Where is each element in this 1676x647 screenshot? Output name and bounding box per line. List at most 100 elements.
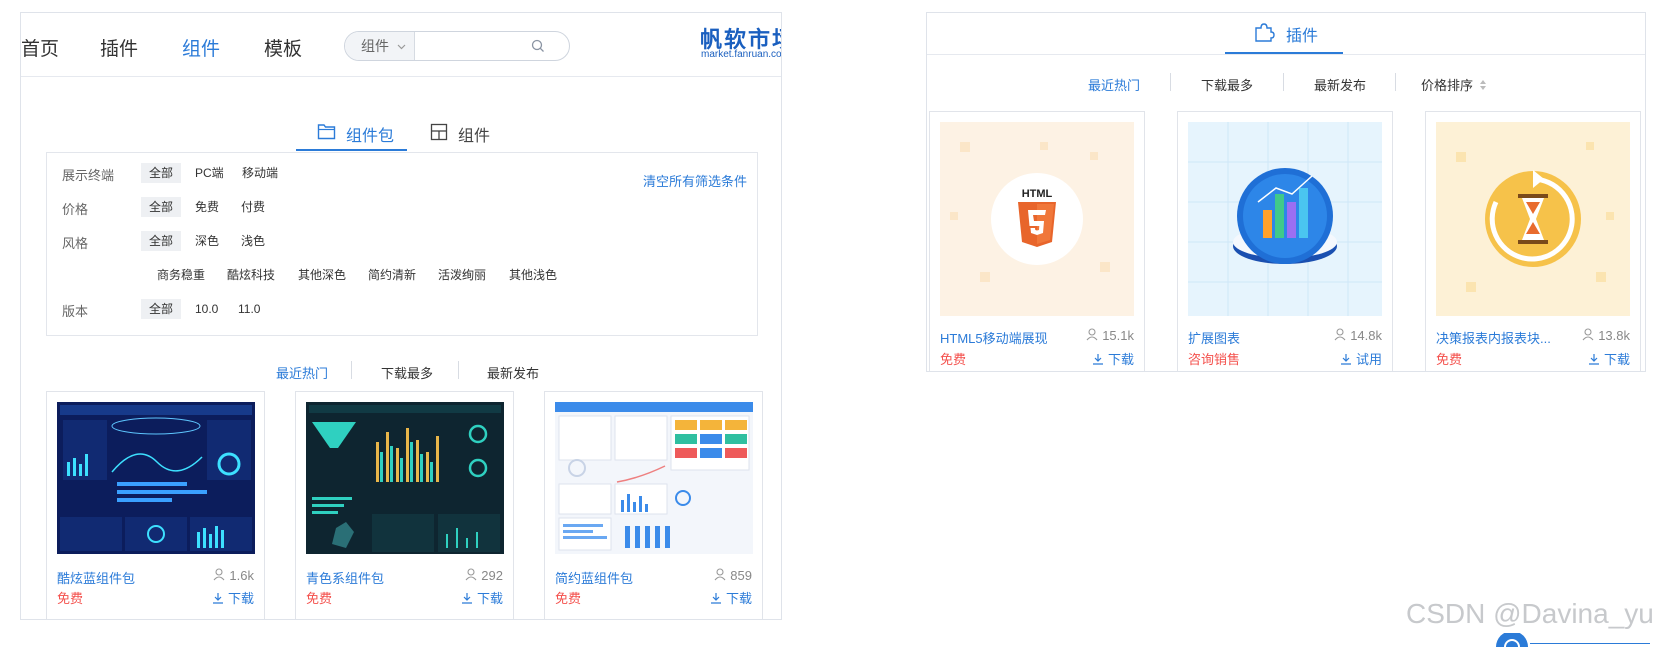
search-icon[interactable] <box>531 39 545 53</box>
filter-label-style: 风格 <box>62 236 89 251</box>
filter-option[interactable]: 全部 <box>141 231 182 251</box>
price-label: 免费 <box>57 591 84 606</box>
filter-option[interactable]: 11.0 <box>230 299 268 319</box>
card-title[interactable]: 酷炫蓝组件包 <box>57 568 135 587</box>
trial-button[interactable]: 试用 <box>1340 349 1382 368</box>
sort-by-price[interactable]: 价格排序 <box>1421 75 1487 94</box>
download-icon <box>461 593 472 604</box>
sort-arrows-icon <box>1479 80 1486 90</box>
top-navigation-bar: 首页 插件 组件 模板 组件 帆软市场 market.fanruan.com <box>21 13 781 77</box>
search-category-value: 组件 <box>361 38 389 54</box>
plugin-card[interactable]: 扩展图表 14.8k 咨询销售 试用 <box>1177 111 1393 371</box>
filter-label-version: 版本 <box>62 304 89 319</box>
search-input[interactable] <box>419 35 533 59</box>
sort-bar: 最近热门 下载最多 最新发布 <box>21 361 781 387</box>
divider <box>1283 73 1284 91</box>
filter-option[interactable]: 全部 <box>141 197 182 217</box>
filter-option[interactable]: 商务稳重 <box>149 265 213 285</box>
card-title[interactable]: 决策报表内报表块... <box>1436 328 1551 347</box>
user-icon <box>1334 328 1346 341</box>
dashboard-thumbnail-image <box>555 402 753 554</box>
sort-most-downloaded[interactable]: 下载最多 <box>1201 75 1253 94</box>
extended-chart-plugin-image <box>1188 122 1382 316</box>
filter-option[interactable]: 其他浅色 <box>501 265 565 285</box>
download-button[interactable]: 下载 <box>212 588 254 607</box>
download-count: 14.8k <box>1334 328 1382 343</box>
filter-option[interactable]: PC端 <box>187 163 232 183</box>
filter-option[interactable]: 全部 <box>141 163 182 183</box>
download-button[interactable]: 下载 <box>1588 349 1630 368</box>
price-label: 免费 <box>1436 352 1463 367</box>
download-icon <box>212 593 223 604</box>
search-bar: 组件 <box>344 31 570 61</box>
sort-recent-hot[interactable]: 最近热门 <box>1088 75 1140 94</box>
card-title[interactable]: HTML5移动端展现 <box>940 328 1048 347</box>
component-tabs: 组件包 组件 <box>21 109 781 155</box>
folder-icon <box>317 124 336 140</box>
component-package-card[interactable]: 酷炫蓝组件包 1.6k 免费 下载 <box>46 391 265 619</box>
nav-components[interactable]: 组件 <box>182 34 220 61</box>
sort-recent-hot[interactable]: 最近热门 <box>276 363 328 382</box>
component-package-card[interactable]: 青色系组件包 292 免费 下载 <box>295 391 514 619</box>
download-button[interactable]: 下载 <box>1092 349 1134 368</box>
filter-option[interactable]: 深色 <box>187 231 227 251</box>
nav-plugins[interactable]: 插件 <box>100 34 138 61</box>
watermark-text: CSDN @Davina_yu <box>1406 598 1654 629</box>
divider <box>458 361 459 379</box>
chevron-down-icon <box>397 44 406 50</box>
divider <box>1530 643 1650 644</box>
layout-icon <box>430 123 448 141</box>
filter-option[interactable]: 10.0 <box>187 299 226 319</box>
tab-component-package-label: 组件包 <box>346 128 395 145</box>
download-icon <box>1588 354 1599 365</box>
filter-option[interactable]: 移动端 <box>234 163 286 183</box>
price-label: 免费 <box>940 352 967 367</box>
tab-plugins-label: 插件 <box>1286 28 1319 45</box>
filter-option[interactable]: 浅色 <box>233 231 273 251</box>
download-count: 1.6k <box>213 568 254 583</box>
html5-plugin-image: HTML <box>940 122 1134 316</box>
sort-newest[interactable]: 最新发布 <box>1314 75 1366 94</box>
card-title[interactable]: 简约蓝组件包 <box>555 568 633 587</box>
download-count: 15.1k <box>1086 328 1134 343</box>
divider <box>1395 73 1396 91</box>
sort-newest[interactable]: 最新发布 <box>487 363 539 382</box>
download-count: 13.8k <box>1582 328 1630 343</box>
sort-bar: 最近热门 下载最多 最新发布 价格排序 <box>927 73 1645 95</box>
card-title[interactable]: 青色系组件包 <box>306 568 384 587</box>
nav-templates[interactable]: 模板 <box>264 34 302 61</box>
download-icon <box>710 593 721 604</box>
filter-panel: 展示终端 全部 PC端 移动端 清空所有筛选条件 价格 全部 免费 付费 风格 … <box>46 152 758 336</box>
hourglass-plugin-image <box>1436 122 1630 316</box>
plugin-card[interactable]: 决策报表内报表块... 13.8k 免费 下载 <box>1425 111 1641 371</box>
download-icon <box>1092 354 1103 365</box>
user-icon <box>1086 328 1098 341</box>
filter-option[interactable]: 酷炫科技 <box>219 265 283 285</box>
plugin-card[interactable]: HTML HTML5移动端展现 15.1k 免费 下载 <box>929 111 1145 371</box>
nav-home[interactable]: 首页 <box>21 34 59 61</box>
clear-filters-link[interactable]: 清空所有筛选条件 <box>643 171 747 190</box>
filter-label-terminal: 展示终端 <box>62 168 115 183</box>
filter-option[interactable]: 活泼绚丽 <box>430 265 494 285</box>
download-count: 859 <box>714 568 752 583</box>
filter-option[interactable]: 简约清新 <box>360 265 424 285</box>
help-icon[interactable] <box>1492 633 1532 647</box>
tab-plugins[interactable]: 插件 <box>1253 21 1353 47</box>
card-title[interactable]: 扩展图表 <box>1188 328 1240 347</box>
component-package-card[interactable]: 简约蓝组件包 859 免费 下载 <box>544 391 763 619</box>
component-market-panel: 首页 插件 组件 模板 组件 帆软市场 market.fanruan.com 组… <box>20 12 782 620</box>
filter-option[interactable]: 其他深色 <box>290 265 354 285</box>
search-category-select[interactable]: 组件 <box>345 32 415 60</box>
download-button[interactable]: 下载 <box>461 588 503 607</box>
sort-most-downloaded[interactable]: 下载最多 <box>381 363 433 382</box>
filter-option[interactable]: 全部 <box>141 299 182 319</box>
filter-option[interactable]: 付费 <box>233 197 273 217</box>
filter-label-price: 价格 <box>62 202 89 217</box>
download-count: 292 <box>465 568 503 583</box>
divider <box>351 361 352 379</box>
price-label: 免费 <box>555 591 582 606</box>
user-icon <box>465 568 477 581</box>
filter-option[interactable]: 免费 <box>187 197 227 217</box>
download-button[interactable]: 下载 <box>710 588 752 607</box>
dashboard-thumbnail-image <box>57 402 255 554</box>
